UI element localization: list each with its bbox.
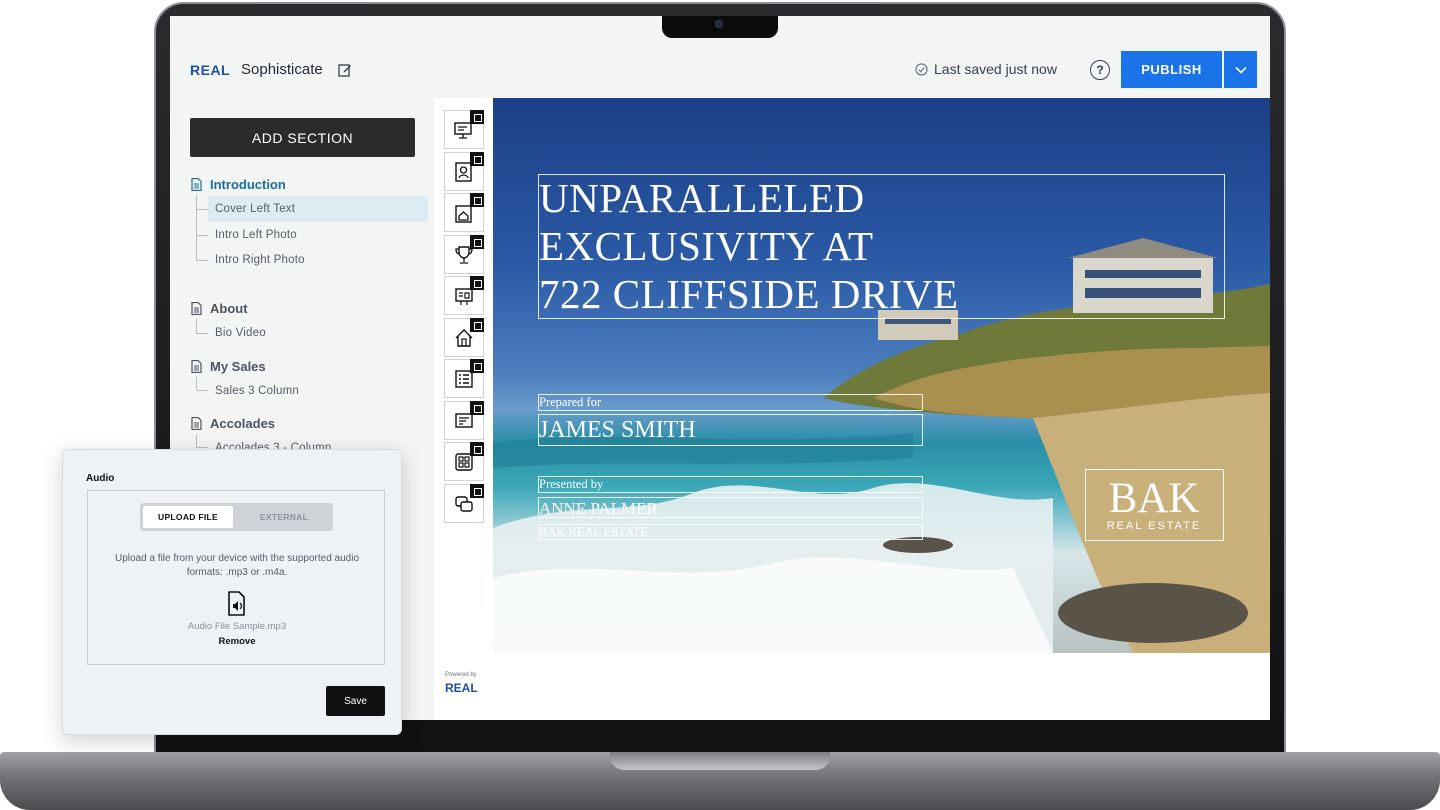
add-section-button[interactable]: ADD SECTION xyxy=(190,118,415,157)
expand-icon xyxy=(470,318,484,332)
chevron-down-icon xyxy=(1234,66,1247,74)
expand-icon xyxy=(470,359,484,373)
sidebar-item-intro-right-photo[interactable]: Intro Right Photo xyxy=(208,247,428,273)
tab-upload-file[interactable]: UPLOAD FILE xyxy=(143,506,233,528)
section-label: About xyxy=(210,301,248,316)
section-introduction[interactable]: Introduction xyxy=(191,177,286,192)
slide-thumb-profile-icon[interactable] xyxy=(444,152,484,191)
prepared-for-label: Prepared for xyxy=(539,395,602,409)
brand-logo-main: BAK xyxy=(1108,475,1200,522)
audio-source-toggle: UPLOAD FILE EXTERNAL xyxy=(140,503,333,531)
section-about[interactable]: About xyxy=(191,301,248,316)
expand-icon xyxy=(470,442,484,456)
powered-by-label: Powered by xyxy=(445,672,477,678)
section-label: My Sales xyxy=(210,359,266,374)
audio-upload-area: UPLOAD FILE EXTERNAL Upload a file from … xyxy=(87,490,385,665)
tab-external[interactable]: EXTERNAL xyxy=(238,506,330,528)
question-circle-icon[interactable]: ? xyxy=(1090,60,1110,80)
check-circle-icon xyxy=(915,62,928,76)
presented-by-label: Presented by xyxy=(539,477,604,491)
publish-dropdown-button[interactable] xyxy=(1224,51,1257,88)
expand-icon xyxy=(470,484,484,498)
section-label: Accolades xyxy=(210,416,276,431)
expand-icon xyxy=(470,235,484,249)
save-status: Last saved just now xyxy=(915,61,1057,77)
section-accolades[interactable]: Accolades xyxy=(191,416,275,431)
audio-file-name: Audio File Sample.mp3 xyxy=(187,621,287,632)
audio-description: Upload a file from your device with the … xyxy=(114,553,360,578)
client-name: JAMES SMITH xyxy=(539,417,696,443)
sidebar-item-cover-left-text[interactable]: Cover Left Text xyxy=(208,196,428,222)
tree-connector xyxy=(196,319,208,334)
agent-name: ANNE PALMER xyxy=(539,499,658,518)
slide-thumbnail-strip xyxy=(434,98,492,720)
save-button[interactable]: Save xyxy=(326,686,385,716)
slide-thumb-checklist-icon[interactable] xyxy=(444,359,484,398)
camera-icon xyxy=(715,20,723,28)
laptop-base-notch xyxy=(610,752,830,770)
expand-icon xyxy=(470,110,484,124)
laptop-base xyxy=(0,752,1440,810)
slide-title-line: UNPARALLELED xyxy=(539,175,865,221)
slide-thumb-document-icon[interactable] xyxy=(444,401,484,440)
sidebar-item-sales-3-column[interactable]: Sales 3 Column xyxy=(208,378,428,404)
document-icon xyxy=(191,302,202,315)
tree-connector xyxy=(196,236,208,261)
document-icon xyxy=(191,360,202,373)
slide-thumb-home-value-icon[interactable] xyxy=(444,318,484,357)
audio-panel: Audio UPLOAD FILE EXTERNAL Upload a file… xyxy=(62,449,402,735)
slide-thumb-trophy-icon[interactable] xyxy=(444,235,484,274)
tree-connector xyxy=(196,434,208,448)
document-title: Sophisticate xyxy=(241,61,323,78)
edit-icon[interactable] xyxy=(338,63,352,77)
document-icon xyxy=(191,178,202,191)
slide-thumb-presentation-icon[interactable] xyxy=(444,110,484,149)
save-status-text: Last saved just now xyxy=(934,61,1057,77)
expand-icon xyxy=(470,276,484,290)
tree-connector xyxy=(196,377,208,391)
tree-connector xyxy=(196,195,208,210)
expand-icon xyxy=(470,193,484,207)
powered-by-logo: REAL xyxy=(445,681,478,695)
agency-name: BAK REAL ESTATE xyxy=(539,525,648,539)
remove-file-link[interactable]: Remove xyxy=(88,636,386,647)
camera-notch xyxy=(662,16,778,38)
slide-thumb-house-doc-icon[interactable] xyxy=(444,193,484,232)
slide-thumb-listing-icon[interactable] xyxy=(444,276,484,315)
tree-connector xyxy=(196,210,208,236)
expand-icon xyxy=(470,401,484,415)
slide-preview[interactable]: UNPARALLELED EXCLUSIVITY AT 722 CLIFFSID… xyxy=(493,98,1270,653)
slide-title-line: 722 CLIFFSIDE DRIVE xyxy=(539,271,959,317)
sidebar-item-intro-left-photo[interactable]: Intro Left Photo xyxy=(208,222,428,248)
publish-button[interactable]: PUBLISH xyxy=(1121,51,1222,88)
audio-panel-label: Audio xyxy=(86,473,115,484)
section-my-sales[interactable]: My Sales xyxy=(191,359,266,374)
sidebar-item-bio-video[interactable]: Bio Video xyxy=(208,320,428,346)
slide-thumb-chat-icon[interactable] xyxy=(444,484,484,523)
brand-logo[interactable]: BAK REAL ESTATE xyxy=(1085,469,1224,541)
expand-icon xyxy=(470,152,484,166)
brand-logo-sub: REAL ESTATE xyxy=(1106,520,1202,532)
slide-title[interactable]: UNPARALLELED EXCLUSIVITY AT 722 CLIFFSID… xyxy=(539,174,1219,318)
slide-title-line: EXCLUSIVITY AT xyxy=(539,223,874,269)
section-label: Introduction xyxy=(210,177,286,192)
slide-thumb-grid-icon[interactable] xyxy=(444,442,484,481)
app-logo[interactable]: REAL xyxy=(190,62,230,78)
document-icon xyxy=(191,417,202,430)
audio-file-icon xyxy=(228,591,245,616)
